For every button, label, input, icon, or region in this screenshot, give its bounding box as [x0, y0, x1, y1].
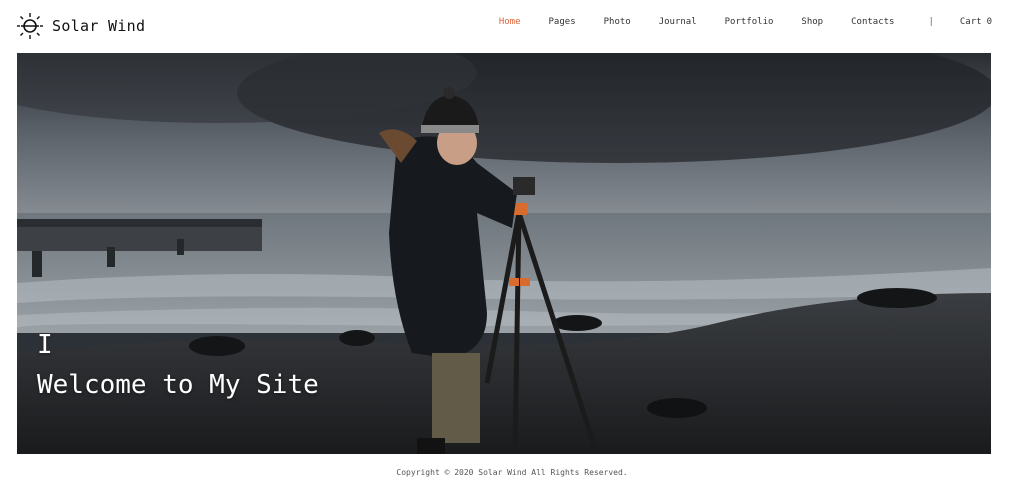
- main-nav: Home Pages Photo Journal Portfolio Shop …: [499, 17, 992, 27]
- hero-banner: I Welcome to My Site: [17, 53, 991, 454]
- nav-item-portfolio[interactable]: Portfolio: [725, 17, 774, 27]
- cart-link[interactable]: Cart 0: [960, 17, 992, 27]
- cart-count: 0: [986, 17, 992, 27]
- nav-item-photo[interactable]: Photo: [604, 17, 631, 27]
- site-name: Solar Wind: [52, 17, 146, 35]
- site-logo[interactable]: Solar Wind: [16, 12, 145, 40]
- nav-item-journal[interactable]: Journal: [659, 17, 697, 27]
- cart-label: Cart: [959, 17, 982, 27]
- hero-heading: I Welcome to My Site: [37, 325, 319, 405]
- copyright-text: Copyright © 2020 Solar Wind All Rights R…: [396, 468, 628, 477]
- nav-item-pages[interactable]: Pages: [549, 17, 576, 27]
- nav-item-home[interactable]: Home: [499, 17, 521, 27]
- nav-item-shop[interactable]: Shop: [801, 17, 823, 27]
- sun-orbit-icon: [17, 13, 43, 39]
- hero-title: Welcome to My Site: [37, 370, 319, 400]
- site-header: Solar Wind Home Pages Photo Journal Port…: [0, 0, 1024, 52]
- nav-separator: |: [928, 17, 934, 27]
- site-footer: Copyright © 2020 Solar Wind All Rights R…: [0, 468, 1024, 477]
- hero-typing-cursor: I: [37, 330, 53, 360]
- nav-item-contacts[interactable]: Contacts: [851, 17, 894, 27]
